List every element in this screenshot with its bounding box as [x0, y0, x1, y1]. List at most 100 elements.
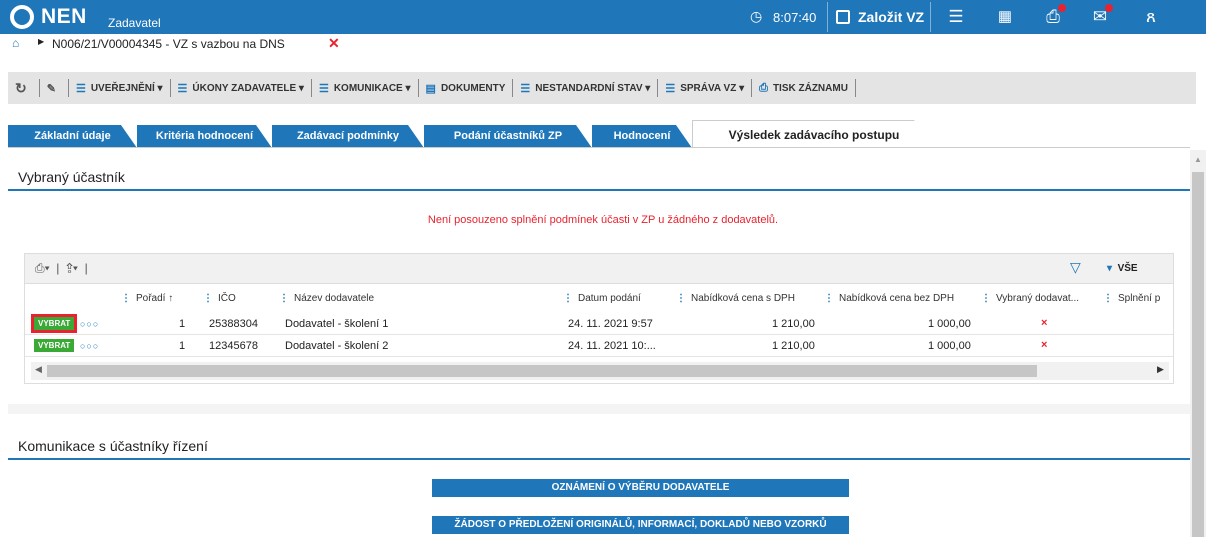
col-header-vybrany[interactable]: ⋮ Vybraný dodavat...	[981, 286, 1079, 310]
cell-poradi: 1	[179, 340, 186, 352]
toolbar-sprava[interactable]: ☰ SPRÁVA VZ ▾	[658, 79, 753, 97]
col-header-nazev[interactable]: ⋮ Název dodavatele	[279, 286, 374, 310]
home-icon[interactable]: ⌂	[12, 36, 19, 50]
toolbar-label: TISK ZÁZNAMU	[772, 82, 848, 94]
toolbar-dokumenty[interactable]: ▤ DOKUMENTY	[419, 79, 514, 97]
create-vz-button[interactable]: Založit VZ	[827, 2, 932, 32]
col-label: Název dodavatele	[294, 292, 375, 304]
list-icon: ☰	[318, 82, 329, 95]
scroll-left-icon[interactable]: ◀	[35, 364, 42, 375]
select-supplier-button[interactable]: VYBRAT	[30, 314, 78, 333]
section-title-komunikace: Komunikace s účastníky řízení	[8, 432, 1190, 460]
tab-hodnoceni[interactable]: Hodnocení	[592, 125, 692, 148]
list-icon: ☰	[520, 82, 531, 95]
cross-icon: ×	[1041, 339, 1048, 351]
scroll-up-icon[interactable]: ▲	[1194, 155, 1202, 164]
col-header-cena-bez-dph[interactable]: ⋮ Nabídková cena bez DPH	[824, 286, 954, 310]
toolbar-komunikace[interactable]: ☰ KOMUNIKACE ▾	[312, 79, 419, 97]
scroll-right-icon[interactable]: ▶	[1157, 364, 1164, 375]
col-header-cena-s-dph[interactable]: ⋮ Nabídková cena s DPH	[676, 286, 795, 310]
filter-label: VŠE	[1117, 263, 1138, 274]
app-header: NEN Zadavatel ◷ 8:07:40 Založit VZ ☰ ▦ ⎙…	[0, 0, 1206, 34]
filter-icon[interactable]: ▽	[1070, 259, 1081, 276]
horizontal-scrollbar[interactable]: ◀ ▶	[31, 362, 1169, 380]
export-icon[interactable]: ⎙▾ | ⇪▾ |	[35, 261, 88, 276]
toolbar-tisk[interactable]: ⎙ TISK ZÁZNAMU	[752, 79, 856, 97]
cell-poradi: 1	[179, 318, 186, 330]
col-label: Pořadí ↑	[136, 292, 174, 304]
user-icon[interactable]: ጸ	[1138, 4, 1164, 30]
toolbar-label: KOMUNIKACE	[333, 82, 403, 94]
refresh-icon: ↻	[15, 79, 27, 96]
col-header-ico[interactable]: ⋮ IČO	[203, 286, 236, 310]
table-row: VYBRAT ○○○ 1 25388304 Dodavatel - školen…	[25, 314, 1173, 335]
suppliers-grid: ⎙▾ | ⇪▾ | ▽ ▾ VŠE ⋮ Pořadí ↑ ⋮ IČO ⋮ Název …	[24, 253, 1174, 384]
toolbar-label: DOKUMENTY	[440, 82, 506, 94]
oznameni-vyberu-button[interactable]: OZNÁMENÍ O VÝBĚRU DODAVATELE	[432, 479, 849, 497]
col-label: Vybraný dodavat...	[996, 292, 1080, 304]
toolbar-label: NESTANDARDNÍ STAV	[535, 82, 643, 94]
tab-divider	[8, 147, 1190, 148]
more-options-icon[interactable]: ○○○	[80, 341, 99, 351]
cross-icon: ×	[1041, 317, 1048, 329]
section-separator	[8, 404, 1190, 414]
cell-cena-s-dph: 1 210,00	[772, 318, 815, 330]
cell-datum: 24. 11. 2021 10:...	[568, 340, 656, 352]
notification-dot	[1058, 4, 1066, 12]
tab-zakladni-udaje[interactable]: Základní údaje	[8, 125, 137, 148]
cell-ico: 25388304	[209, 318, 258, 330]
list-icon: ☰	[665, 82, 676, 95]
cell-nazev: Dodavatel - školení 1	[285, 318, 389, 330]
vertical-scrollbar[interactable]: ▲	[1190, 150, 1206, 537]
scroll-thumb[interactable]	[47, 365, 1037, 377]
cell-ico: 12345678	[209, 340, 258, 352]
col-label: Datum podání	[578, 292, 641, 304]
col-label: Nabídková cena bez DPH	[839, 292, 955, 304]
brand-subtitle: Zadavatel	[108, 16, 161, 30]
scroll-thumb[interactable]	[1192, 172, 1204, 537]
tab-kriteria-hodnoceni[interactable]: Kritéria hodnocení	[137, 125, 272, 148]
table-row: VYBRAT ○○○ 1 12345678 Dodavatel - školen…	[25, 336, 1173, 357]
col-label: IČO	[218, 292, 236, 304]
col-header-datum[interactable]: ⋮ Datum podání	[563, 286, 641, 310]
inbox-icon[interactable]: ⎙	[1040, 4, 1066, 30]
mail-icon[interactable]: ✉	[1087, 4, 1113, 30]
zadost-predlozeni-button[interactable]: ŽÁDOST O PŘEDLOŽENÍ ORIGINÁLŮ, INFORMACÍ…	[432, 516, 849, 534]
pencil-icon: ✎	[46, 82, 56, 95]
col-label: Nabídková cena s DPH	[691, 292, 795, 304]
brand-name[interactable]: NEN	[41, 5, 87, 29]
chevron-right-icon: ▶	[38, 37, 45, 46]
list-icon: ☰	[177, 82, 188, 95]
toolbar-ukony[interactable]: ☰ ÚKONY ZADAVATELE ▾	[171, 79, 312, 97]
more-options-icon[interactable]: ○○○	[80, 319, 99, 329]
toolbar-label: ÚKONY ZADAVATELE	[192, 82, 297, 94]
list-icon: ☰	[75, 82, 86, 95]
edit-button[interactable]: ✎	[40, 79, 69, 97]
toolbar-uverejneni[interactable]: ☰ UVEŘEJNĚNÍ ▾	[69, 79, 171, 97]
cell-cena-bez-dph: 1 000,00	[928, 318, 971, 330]
tab-zadavaci-podminky[interactable]: Zadávací podmínky	[272, 125, 424, 148]
filter-select[interactable]: ▾ VŠE	[1107, 263, 1138, 274]
menu-icon[interactable]: ☰	[943, 4, 969, 30]
col-header-poradi[interactable]: ⋮ Pořadí ↑	[121, 286, 173, 310]
document-icon: ▤	[425, 82, 436, 95]
clock-icon: ◷	[750, 8, 763, 24]
select-supplier-button[interactable]: VYBRAT	[34, 339, 75, 352]
cell-cena-s-dph: 1 210,00	[772, 340, 815, 352]
col-header-splneni[interactable]: ⋮ Splnění p	[1103, 286, 1160, 310]
breadcrumb-text[interactable]: N006/21/V00004345 - VZ s vazbou na DNS	[52, 37, 285, 51]
toolbar-nestandardni[interactable]: ☰ NESTANDARDNÍ STAV ▾	[513, 79, 659, 97]
col-label: Splnění p	[1118, 292, 1161, 304]
cell-cena-bez-dph: 1 000,00	[928, 340, 971, 352]
calculator-icon[interactable]: ▦	[992, 4, 1018, 30]
cell-nazev: Dodavatel - školení 2	[285, 340, 389, 352]
tab-vysledek[interactable]: Výsledek zadávacího postupu	[692, 120, 936, 148]
breadcrumb: ⌂ ▶ N006/21/V00004345 - VZ s vazbou na D…	[0, 34, 1206, 54]
nen-logo-icon[interactable]	[10, 5, 34, 29]
session-time: 8:07:40	[773, 10, 817, 25]
grid-toolbar: ⎙▾ | ⇪▾ | ▽ ▾ VŠE	[25, 254, 1173, 284]
close-icon[interactable]: ✕	[328, 35, 340, 52]
print-icon: ⎙	[759, 81, 768, 94]
tab-podani-ucastniku[interactable]: Podání účastníků ZP	[424, 125, 592, 148]
refresh-button[interactable]: ↻	[8, 79, 40, 97]
